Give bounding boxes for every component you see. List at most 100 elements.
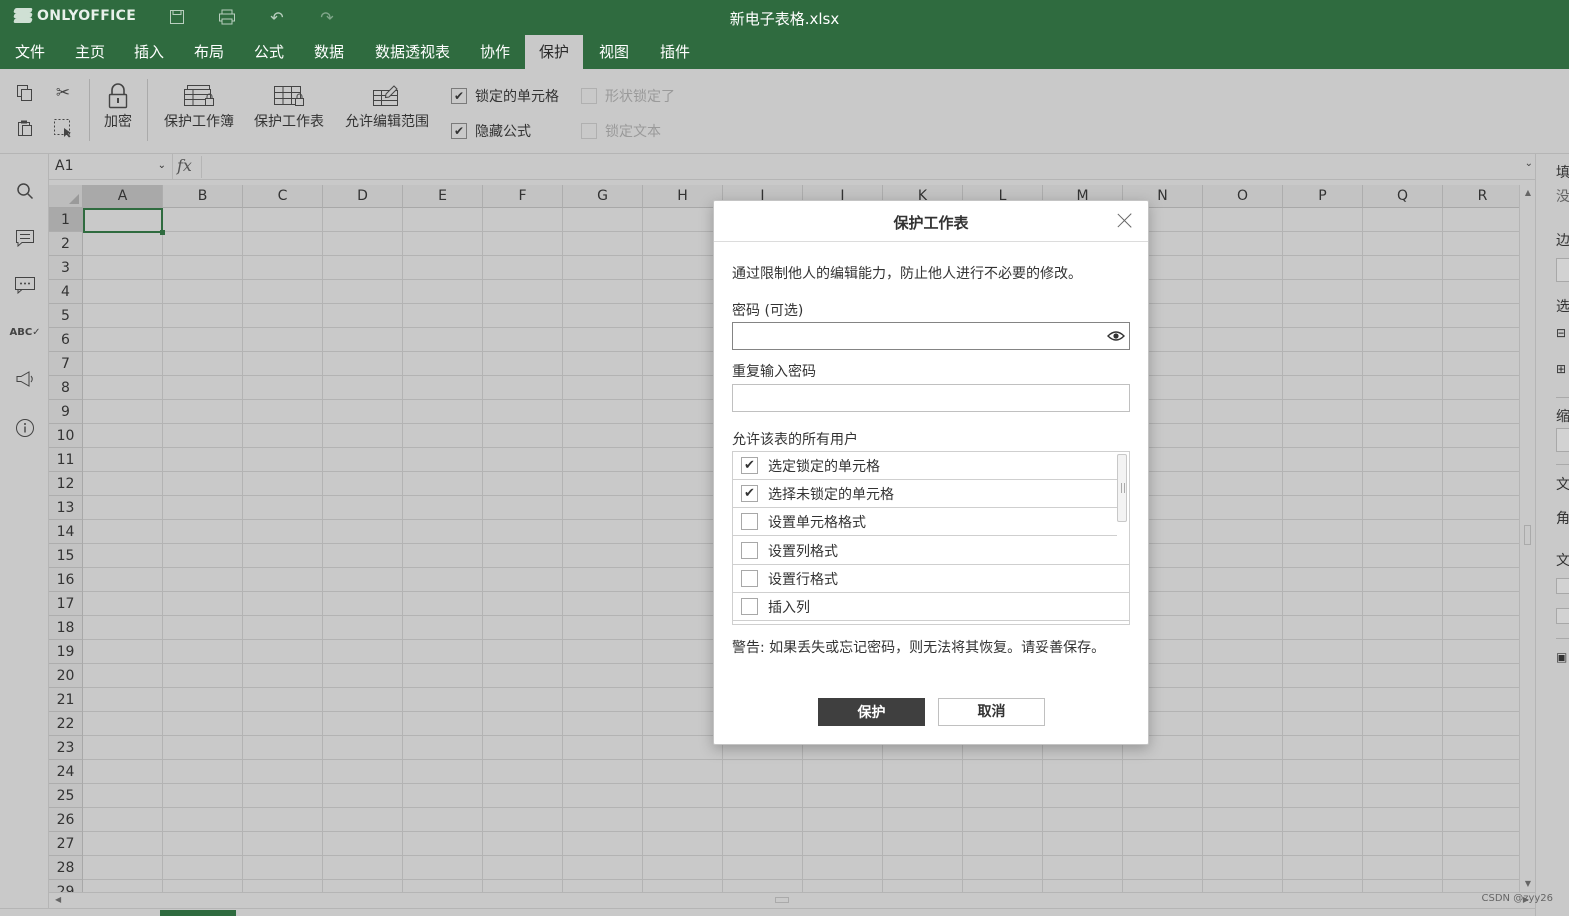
row-header[interactable]: 3 xyxy=(49,256,83,280)
tab-file[interactable]: 文件 xyxy=(11,35,49,69)
list-item[interactable]: 设置单元格格式 xyxy=(733,508,1117,536)
row-header[interactable]: 19 xyxy=(49,640,83,664)
row-header[interactable]: 8 xyxy=(49,376,83,400)
select-all-icon[interactable] xyxy=(51,116,75,140)
row-header[interactable]: 16 xyxy=(49,568,83,592)
close-icon[interactable] xyxy=(1116,211,1134,229)
scroll-down-icon[interactable]: ▼ xyxy=(1523,879,1533,889)
checkbox[interactable] xyxy=(741,598,758,615)
tab-collaboration[interactable]: 协作 xyxy=(476,35,514,69)
expand-formula-icon[interactable]: ⌄ xyxy=(1525,158,1533,169)
name-box[interactable]: A1 ⌄ xyxy=(49,154,173,180)
row-header[interactable]: 27 xyxy=(49,832,83,856)
row-header[interactable]: 9 xyxy=(49,400,83,424)
column-header[interactable]: D xyxy=(323,185,403,208)
tab-protection[interactable]: 保护 xyxy=(525,35,584,69)
repeat-password-field[interactable] xyxy=(732,384,1130,412)
list-scrollbar[interactable] xyxy=(1117,454,1127,522)
cancel-button[interactable]: 取消 xyxy=(938,698,1045,726)
protect-button[interactable]: 保护 xyxy=(818,698,925,726)
spellcheck-icon[interactable]: ABC✓ xyxy=(9,319,40,345)
tab-layout[interactable]: 布局 xyxy=(190,35,228,69)
row-header[interactable]: 1 xyxy=(49,208,83,232)
column-header[interactable]: H xyxy=(643,185,723,208)
protect-sheet-button[interactable]: 保护工作表 xyxy=(250,81,328,131)
tab-formula[interactable]: 公式 xyxy=(250,35,288,69)
row-header[interactable]: 17 xyxy=(49,592,83,616)
row-header[interactable]: 26 xyxy=(49,808,83,832)
tab-plugins[interactable]: 插件 xyxy=(656,35,694,69)
eye-icon[interactable] xyxy=(1107,328,1125,344)
row-header[interactable]: 2 xyxy=(49,232,83,256)
chat-icon[interactable] xyxy=(12,272,38,298)
row-header[interactable]: 4 xyxy=(49,280,83,304)
column-header[interactable]: O xyxy=(1203,185,1283,208)
column-header[interactable]: C xyxy=(243,185,323,208)
active-cell[interactable] xyxy=(83,208,165,235)
column-header[interactable]: E xyxy=(403,185,483,208)
panel-checkbox[interactable] xyxy=(1556,578,1569,594)
tab-view[interactable]: 视图 xyxy=(595,35,633,69)
row-header[interactable]: 29 xyxy=(49,880,83,892)
search-icon[interactable] xyxy=(12,178,38,204)
column-header[interactable]: Q xyxy=(1363,185,1443,208)
scroll-left-icon[interactable]: ◀ xyxy=(55,895,61,904)
row-header[interactable]: 20 xyxy=(49,664,83,688)
panel-field[interactable] xyxy=(1556,258,1569,282)
align-icon[interactable]: ⊟ xyxy=(1556,326,1566,340)
row-header[interactable]: 24 xyxy=(49,760,83,784)
scroll-up-icon[interactable]: ▲ xyxy=(1523,188,1533,198)
tab-data[interactable]: 数据 xyxy=(310,35,348,69)
list-item[interactable]: ✔ 选择未锁定的单元格 xyxy=(733,480,1117,508)
row-header[interactable]: 7 xyxy=(49,352,83,376)
row-header[interactable]: 18 xyxy=(49,616,83,640)
panel-icon[interactable]: ▣ xyxy=(1556,650,1567,664)
list-item[interactable]: 设置列格式 xyxy=(733,537,1129,565)
row-header[interactable]: 22 xyxy=(49,712,83,736)
row-header[interactable]: 14 xyxy=(49,520,83,544)
align-icon[interactable]: ⊞ xyxy=(1556,362,1566,376)
permissions-list[interactable]: ✔ 选定锁定的单元格 ✔ 选择未锁定的单元格 设置单元格格式 设置列格式 设置行… xyxy=(732,451,1130,625)
row-header[interactable]: 25 xyxy=(49,784,83,808)
list-item[interactable]: 插入列 xyxy=(733,593,1129,621)
scroll-thumb[interactable] xyxy=(775,897,789,903)
allow-edit-ranges-button[interactable]: 允许编辑范围 xyxy=(340,81,434,131)
cut-icon[interactable]: ✂ xyxy=(51,81,75,105)
row-header[interactable]: 5 xyxy=(49,304,83,328)
column-header[interactable]: P xyxy=(1283,185,1363,208)
select-all-corner[interactable] xyxy=(49,185,83,208)
column-header[interactable]: R xyxy=(1443,185,1519,208)
row-header[interactable]: 15 xyxy=(49,544,83,568)
password-field[interactable] xyxy=(732,322,1130,350)
row-header[interactable]: 10 xyxy=(49,424,83,448)
checkbox-checked[interactable]: ✔ xyxy=(741,485,758,502)
row-header[interactable]: 28 xyxy=(49,856,83,880)
column-header[interactable]: F xyxy=(483,185,563,208)
checkbox-checked[interactable]: ✔ xyxy=(741,457,758,474)
row-header[interactable]: 21 xyxy=(49,688,83,712)
checkbox[interactable] xyxy=(741,513,758,530)
list-item[interactable]: ✔ 选定锁定的单元格 xyxy=(733,452,1117,480)
tab-home[interactable]: 主页 xyxy=(71,35,109,69)
paste-icon[interactable] xyxy=(13,116,37,140)
row-header[interactable]: 11 xyxy=(49,448,83,472)
horizontal-scrollbar[interactable]: ◀ ▶ xyxy=(49,892,1535,908)
checkbox[interactable] xyxy=(741,542,758,559)
row-header[interactable]: 13 xyxy=(49,496,83,520)
encrypt-button[interactable]: 加密 xyxy=(100,81,136,131)
row-header[interactable]: 23 xyxy=(49,736,83,760)
sheet-tab-active[interactable] xyxy=(160,910,236,916)
list-item[interactable]: 设置行格式 xyxy=(733,565,1129,593)
row-header[interactable]: 12 xyxy=(49,472,83,496)
checkbox[interactable] xyxy=(741,570,758,587)
hidden-formulas-checkbox[interactable]: ✔ 隐藏公式 xyxy=(451,121,531,141)
column-header[interactable]: A xyxy=(83,185,163,208)
column-header[interactable]: B xyxy=(163,185,243,208)
copy-icon[interactable] xyxy=(13,81,37,105)
panel-checkbox[interactable] xyxy=(1556,608,1569,624)
function-icon[interactable]: fx xyxy=(177,156,192,175)
locked-cell-checkbox[interactable]: ✔ 锁定的单元格 xyxy=(451,86,559,106)
panel-field[interactable] xyxy=(1556,428,1569,452)
info-icon[interactable] xyxy=(12,415,38,441)
scroll-thumb[interactable] xyxy=(1524,525,1531,545)
